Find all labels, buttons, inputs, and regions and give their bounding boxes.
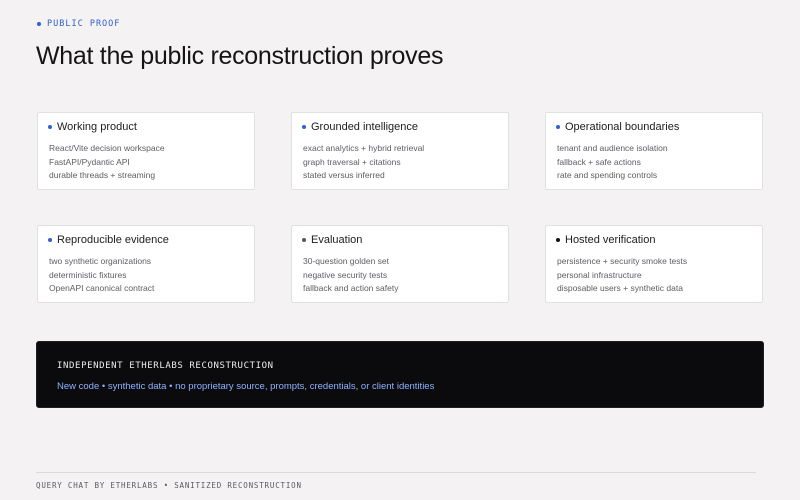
bullet-dot-icon (556, 238, 560, 242)
card-line: OpenAPI canonical contract (49, 283, 155, 293)
card-title: Reproducible evidence (57, 234, 169, 246)
banner-subtitle: New code • synthetic data • no proprieta… (57, 381, 435, 392)
card-line: React/Vite decision workspace (49, 143, 165, 153)
bullet-dot-icon (302, 238, 306, 242)
card-line: exact analytics + hybrid retrieval (303, 143, 425, 153)
card-lines: exact analytics + hybrid retrieval graph… (303, 142, 424, 183)
card-line: graph traversal + citations (303, 156, 401, 167)
reconstruction-banner: INDEPENDENT ETHERLABS RECONSTRUCTION New… (36, 341, 764, 408)
card-line: durable threads + streaming (49, 170, 156, 180)
card-line: personal infrastructure (557, 269, 642, 280)
bullet-dot-icon (556, 125, 560, 129)
card-line: fallback + safe actions (557, 156, 641, 167)
footer-text: QUERY CHAT BY ETHERLABS • SANITIZED RECO… (36, 481, 302, 490)
card-reproducible-evidence: Reproducible evidence two synthetic orga… (37, 225, 255, 303)
card-lines: persistence + security smoke tests perso… (557, 255, 687, 296)
card-lines: React/Vite decision workspace FastAPI/Py… (49, 142, 165, 183)
page-title: What the public reconstruction proves (36, 42, 444, 70)
card-line: 30-question golden set (303, 256, 390, 266)
card-hosted-verification: Hosted verification persistence + securi… (545, 225, 763, 303)
card-title: Grounded intelligence (311, 121, 419, 133)
card-lines: tenant and audience isolation fallback +… (557, 142, 668, 183)
eyebrow: PUBLIC PROOF (37, 19, 120, 29)
card-title: Hosted verification (565, 234, 656, 246)
bullet-dot-icon (37, 22, 41, 26)
card-title: Evaluation (311, 234, 363, 246)
footer-divider (36, 472, 756, 473)
card-line: persistence + security smoke tests (557, 256, 688, 266)
card-working-product: Working product React/Vite decision work… (37, 112, 255, 190)
banner-title: INDEPENDENT ETHERLABS RECONSTRUCTION (57, 361, 274, 371)
card-line: fallback and action safety (303, 283, 399, 293)
card-operational-boundaries: Operational boundaries tenant and audien… (545, 112, 763, 190)
card-line: stated versus inferred (303, 170, 385, 180)
bullet-dot-icon (48, 238, 52, 242)
card-line: tenant and audience isolation (557, 143, 668, 153)
card-title: Operational boundaries (565, 121, 680, 133)
card-evaluation: Evaluation 30-question golden set negati… (291, 225, 509, 303)
card-line: FastAPI/Pydantic API (49, 156, 130, 167)
bullet-dot-icon (302, 125, 306, 129)
card-lines: two synthetic organizations deterministi… (49, 255, 154, 296)
card-title: Working product (57, 121, 137, 133)
bullet-dot-icon (48, 125, 52, 129)
card-lines: 30-question golden set negative security… (303, 255, 398, 296)
card-line: negative security tests (303, 269, 388, 280)
card-line: disposable users + synthetic data (557, 283, 683, 293)
card-line: rate and spending controls (557, 170, 658, 180)
card-line: two synthetic organizations (49, 256, 152, 266)
card-grounded-intelligence: Grounded intelligence exact analytics + … (291, 112, 509, 190)
eyebrow-label: PUBLIC PROOF (47, 19, 121, 29)
card-line: deterministic fixtures (49, 269, 127, 280)
